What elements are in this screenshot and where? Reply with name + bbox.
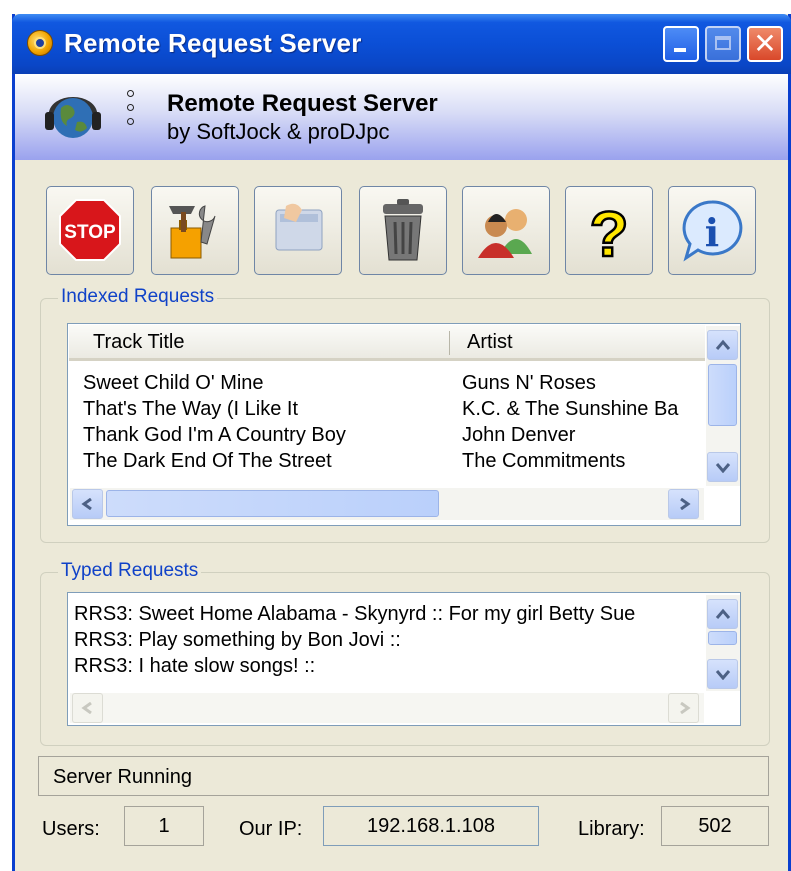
info-icon: i [682,200,743,262]
typed-requests-list[interactable]: RRS3: Sweet Home Alabama - Skynyrd :: Fo… [67,592,741,726]
typed-requests-label: Typed Requests [58,560,202,582]
card-icon [275,203,323,251]
status-bar: Server Running [38,756,769,796]
typed-vertical-scrollbar[interactable] [706,595,740,691]
list-item[interactable]: RRS3: Play something by Bon Jovi :: [74,629,401,652]
info-glyph: i [705,210,719,255]
horizontal-scroll-thumb[interactable] [106,490,439,517]
app-header: Remote Request Server by SoftJock & proD… [15,74,788,160]
column-header-track-title[interactable]: Track Title [93,331,185,354]
table-row[interactable]: Thank God I'm A Country Boy John Denver [83,424,575,447]
artist: The Commitments [462,450,626,472]
vertical-scroll-thumb[interactable] [708,631,737,645]
indexed-vertical-scrollbar[interactable] [706,326,740,486]
artist: Guns N' Roses [462,372,596,394]
header-dots [127,86,139,150]
indexed-horizontal-scrollbar[interactable] [70,488,704,520]
users-count: 1 [124,806,204,846]
header-title: Remote Request Server [167,90,438,117]
question-mark-glyph: ? [589,198,628,264]
close-button[interactable]: ✕ [747,26,783,62]
library-label: Library: [578,818,645,840]
track-title: Thank God I'm A Country Boy [83,424,346,446]
window-title: Remote Request Server [64,28,362,58]
status-text: Server Running [53,766,192,788]
maximize-button [705,26,741,62]
chevron-down-icon [715,670,731,680]
library-count: 502 [661,806,769,846]
track-title: The Dark End Of The Street [83,450,332,472]
column-header-artist[interactable]: Artist [467,331,513,354]
stop-sign-text: STOP [64,222,116,243]
chevron-left-icon [81,702,92,714]
chevron-left-icon [81,498,92,510]
track-title: Sweet Child O' Mine [83,372,264,394]
users-button[interactable] [462,186,550,275]
artist: K.C. & The Sunshine Ba [462,398,679,420]
chevron-down-icon [715,463,731,473]
question-mark-icon: ? [588,197,630,264]
typed-horizontal-scrollbar [70,693,704,723]
users-icon [478,209,532,258]
scroll-up-button[interactable] [707,330,738,360]
tools-icon [169,205,216,259]
trash-can-icon [383,199,423,261]
artist: John Denver [462,424,576,446]
list-item[interactable]: RRS3: I hate slow songs! :: [74,655,315,678]
settings-button[interactable] [151,186,239,275]
ip-address-field: 192.168.1.108 [323,806,539,846]
chevron-right-icon [680,702,691,714]
help-button[interactable]: ? [565,186,653,275]
track-title: That's The Way (I Like It [83,398,298,420]
card-button[interactable] [254,186,342,275]
stop-button[interactable]: STOP [46,186,134,275]
delete-button[interactable] [359,186,447,275]
header-subtitle: by SoftJock & proDJpc [167,119,390,144]
close-icon: ✕ [753,27,777,60]
column-divider[interactable] [449,331,450,355]
minimize-button[interactable] [663,26,699,62]
stop-sign-icon: STOP [59,199,121,261]
globe-headphones-icon [45,97,101,138]
list-item[interactable]: RRS3: Sweet Home Alabama - Skynyrd :: Fo… [74,603,635,626]
scroll-right-button[interactable] [668,489,699,519]
table-row[interactable]: Sweet Child O' Mine Guns N' Roses [83,372,596,395]
table-row[interactable]: That's The Way (I Like It K.C. & The Sun… [83,398,678,421]
list-header: Track Title Artist [69,325,705,361]
indexed-requests-label: Indexed Requests [58,286,218,308]
scroll-down-button[interactable] [707,452,738,482]
scroll-right-button [668,693,699,723]
chevron-right-icon [680,498,691,510]
users-label: Users: [42,818,100,840]
table-row[interactable]: The Dark End Of The Street The Commitmen… [83,450,625,473]
chevron-up-icon [715,608,731,619]
chevron-up-icon [715,339,731,350]
info-button[interactable]: i [668,186,756,275]
app-icon[interactable] [27,30,53,56]
scroll-up-button[interactable] [707,599,738,629]
scroll-left-button[interactable] [72,489,103,519]
scroll-down-button[interactable] [707,659,738,689]
scroll-left-button [72,693,103,723]
title-bar[interactable]: Remote Request Server ✕ [12,14,791,74]
vertical-scroll-thumb[interactable] [708,364,737,426]
ip-label: Our IP: [239,818,303,840]
indexed-requests-list[interactable]: Track Title Artist Sweet Child O' Mine G… [67,323,741,526]
